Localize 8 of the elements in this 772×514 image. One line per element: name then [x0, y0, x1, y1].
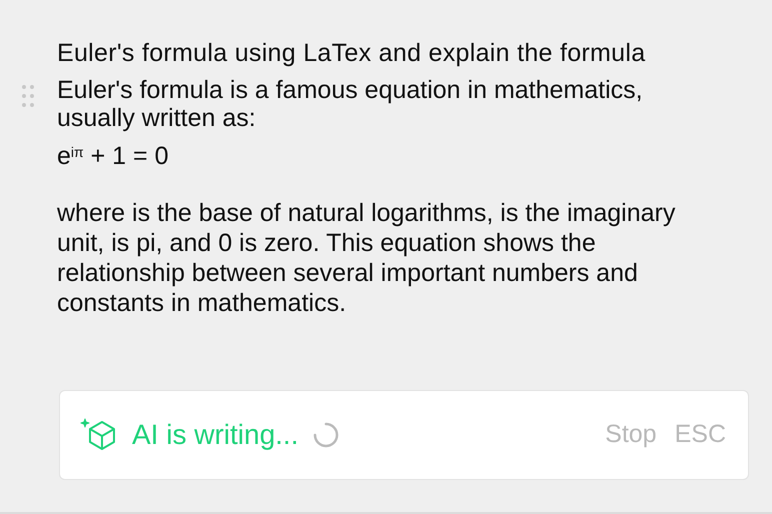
drag-handle-icon[interactable] [21, 84, 35, 108]
shortcut-key: ESC [674, 416, 726, 454]
answer-text: Euler's formula is a famous equation in mathematics, usually written as: [57, 76, 644, 132]
stop-button[interactable]: Stop [605, 416, 657, 454]
prompt-text: Euler's formula using LaTex and explain the formula [57, 38, 646, 68]
formula-text: e$^{iπ}$ + 1 = 0 [57, 142, 170, 170]
explanation-text: where is the base of natural logarithms, is the imaginary unit, is pi, and 0 is zero. This equation shows the relationship between several important numbers and constants in mathematics. [57, 198, 676, 318]
status-label: AI is writing... [132, 418, 298, 452]
